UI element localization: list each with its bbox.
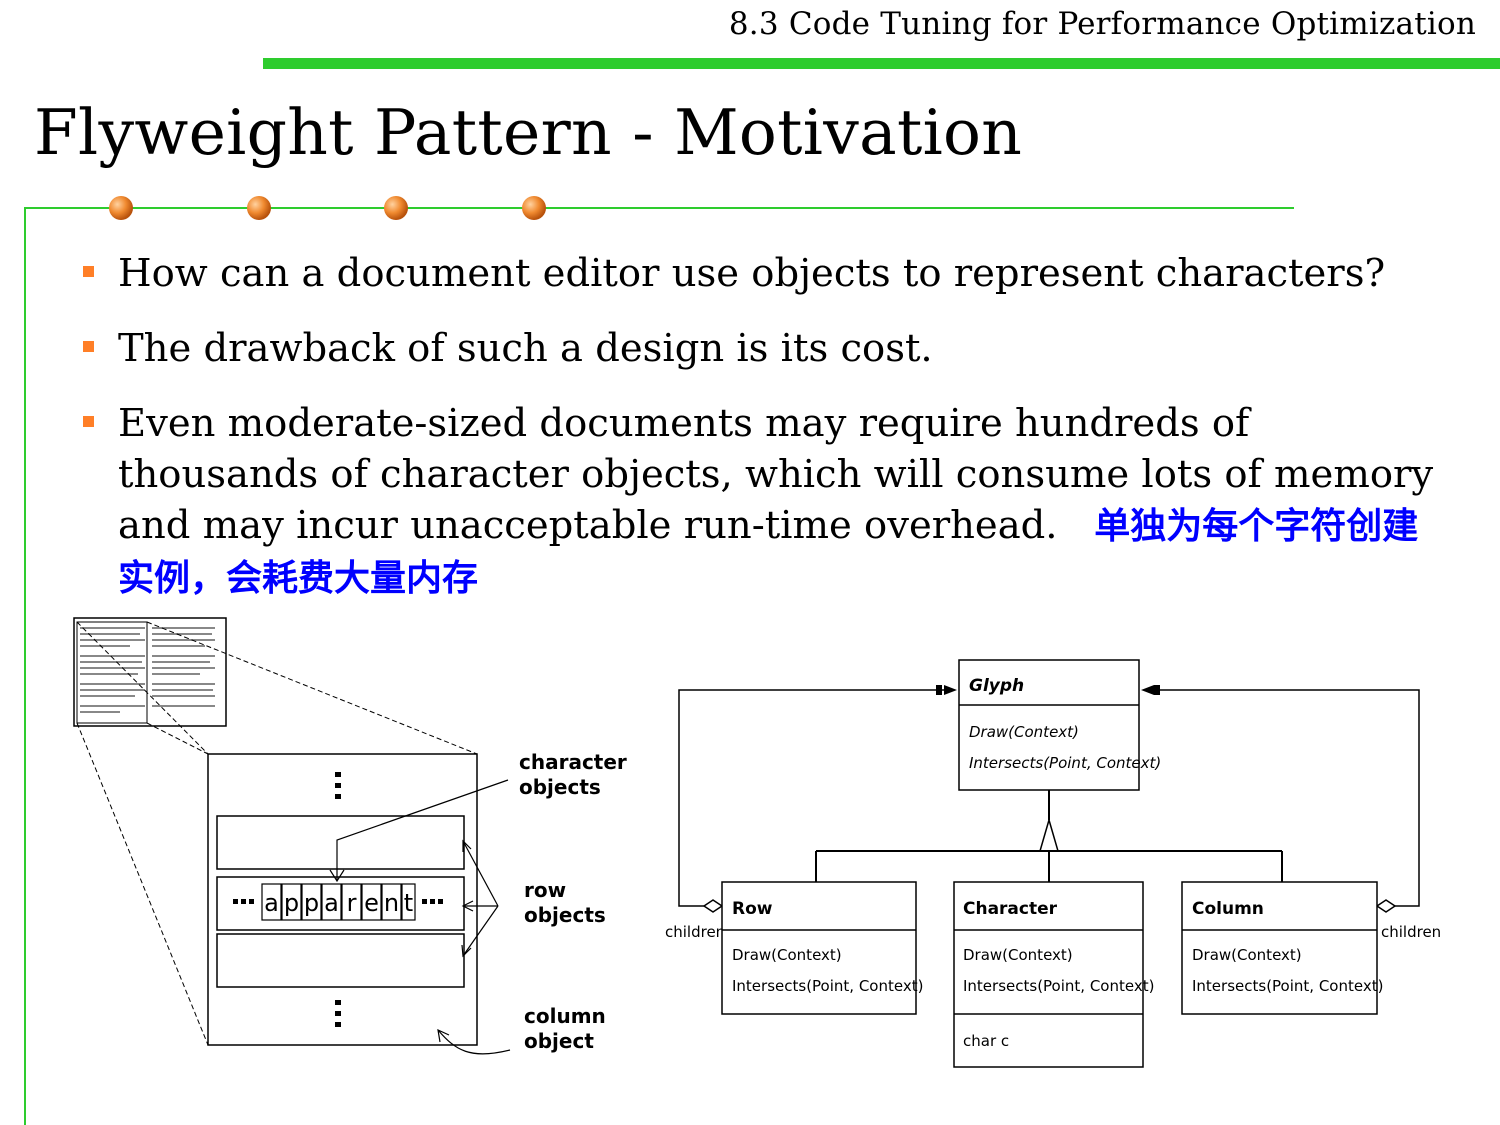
row-class: Row Draw(Context) Intersects(Point, Cont… [721, 881, 923, 1015]
bullet-item: Even moderate-sized documents may requir… [82, 398, 1442, 604]
character-cell: p [281, 883, 302, 921]
character-class: Character Draw(Context) Intersects(Point… [953, 881, 1154, 1068]
glyph-class-name: Glyph [969, 676, 1024, 696]
glyph-op-draw: Draw(Context) [969, 723, 1079, 741]
bullet-item: The drawback of such a design is its cos… [82, 323, 1442, 374]
character-letter: n [384, 889, 399, 917]
character-objects-label: character objects [519, 750, 627, 799]
ellipsis-bottom [335, 1000, 341, 1027]
column-op-intersects: Intersects(Point, Context) [1192, 977, 1383, 995]
row-op-draw: Draw(Context) [732, 946, 842, 964]
children-label-left: children [665, 923, 725, 941]
row-box [216, 815, 465, 870]
bullet-text: How can a document editor use objects to… [118, 251, 1386, 296]
glyph-class: Glyph Draw(Context) Intersects(Point, Co… [958, 659, 1161, 791]
children-label-right: children [1381, 923, 1441, 941]
character-class-name: Character [963, 899, 1058, 919]
column-object-label: column object [524, 1004, 606, 1053]
row-objects-label: row objects [524, 878, 606, 927]
row-dots-left [233, 899, 254, 904]
decor-dot [522, 196, 546, 220]
row-dots-right [422, 899, 443, 904]
row-op-intersects: Intersects(Point, Context) [732, 977, 923, 995]
column-class: Column Draw(Context) Intersects(Point, C… [1181, 881, 1383, 1015]
character-letter: a [264, 889, 279, 917]
bullet-marker [83, 266, 94, 277]
character-cell: n [381, 883, 402, 921]
character-letter: p [304, 889, 319, 917]
character-letter: e [364, 889, 379, 917]
row-class-name: Row [732, 899, 773, 919]
column-class-name: Column [1192, 899, 1264, 919]
uml-class-diagram: Glyph Draw(Context) Intersects(Point, Co… [665, 659, 1441, 1068]
character-cell: a [261, 883, 282, 921]
column-op-draw: Draw(Context) [1192, 946, 1302, 964]
character-letter: p [284, 889, 299, 917]
bullet-marker [83, 416, 94, 427]
bullet-marker [83, 341, 94, 352]
bullet-list: How can a document editor use objects to… [82, 248, 1442, 628]
character-cell: a [321, 883, 342, 921]
decor-dot [247, 196, 271, 220]
character-op-draw: Draw(Context) [963, 946, 1073, 964]
character-attr-char: char c [963, 1032, 1009, 1050]
character-cell: p [301, 883, 322, 921]
character-letter: t [404, 889, 413, 917]
decor-dot [109, 196, 133, 220]
character-letter: a [324, 889, 339, 917]
character-cell: e [361, 883, 382, 921]
character-cell: r [341, 883, 362, 921]
character-letter: r [347, 889, 357, 917]
bullet-text: The drawback of such a design is its cos… [118, 326, 933, 371]
inheritance-lines [815, 790, 1283, 882]
glyph-op-intersects: Intersects(Point, Context) [969, 754, 1161, 772]
ellipsis-top [335, 772, 341, 799]
document-structure-figure: a p p a r e n t character objects row ob… [73, 617, 627, 1055]
row-box [216, 933, 465, 988]
character-op-intersects: Intersects(Point, Context) [963, 977, 1154, 995]
decor-dot [384, 196, 408, 220]
character-cell: t [401, 883, 416, 921]
bullet-item: How can a document editor use objects to… [82, 248, 1442, 299]
